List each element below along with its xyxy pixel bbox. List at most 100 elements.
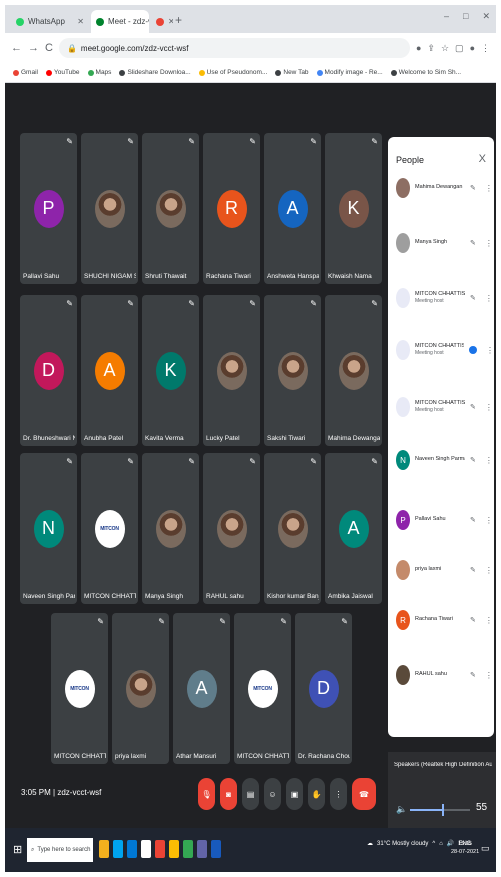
participant-list-item[interactable]: MITCON CHHATTISGARHMeeting host ✎ ⋮ xyxy=(388,278,494,318)
participant-tile[interactable]: ✎ A Anubha Patel xyxy=(81,295,138,446)
volume-knob[interactable] xyxy=(442,804,444,816)
reload-button[interactable]: C xyxy=(45,42,53,54)
profile-icon[interactable]: ● xyxy=(470,43,475,54)
present-button[interactable]: ▣ xyxy=(286,778,303,810)
raise-hand-button[interactable]: ✋ xyxy=(308,778,325,810)
end-call-button[interactable]: ☎ xyxy=(352,778,376,810)
maximize-button[interactable]: □ xyxy=(463,11,468,22)
participant-tile[interactable]: ✎ R Rachana Tiwari xyxy=(203,133,260,284)
weather-text[interactable]: 31°C Mostly cloudy xyxy=(377,841,428,847)
more-options-button[interactable]: ⋮ xyxy=(330,778,347,810)
participant-list-item[interactable]: MITCON CHHATTISGARHMeeting host ⋮ xyxy=(388,330,494,370)
notification-icon[interactable]: ▭ xyxy=(481,843,490,854)
participant-tile[interactable]: ✎ Shruti Thawait xyxy=(142,133,199,284)
taskbar-app-icon[interactable] xyxy=(127,840,137,858)
participant-tile[interactable]: ✎ MITCON MITCON CHHATTISG... xyxy=(234,613,291,764)
participant-tile[interactable]: ✎ A Anshweta Hanspal xyxy=(264,133,321,284)
participant-tile[interactable]: ✎ A Athar Mansuri xyxy=(173,613,230,764)
participant-tile[interactable]: ✎ Sakshi Tiwari xyxy=(264,295,321,446)
participant-list-item[interactable]: Manya Singh ✎ ⋮ xyxy=(388,223,494,263)
close-window-button[interactable]: ✕ xyxy=(482,11,490,22)
close-panel-button[interactable]: X xyxy=(479,153,486,165)
mic-muted-icon: ✎ xyxy=(249,299,256,308)
taskbar-app-icon[interactable] xyxy=(155,840,165,858)
taskbar-app-icon[interactable] xyxy=(141,840,151,858)
more-options-icon[interactable]: ⋮ xyxy=(485,294,493,303)
network-icon[interactable]: ⌂ xyxy=(439,841,443,847)
more-options-icon[interactable]: ⋮ xyxy=(485,184,493,193)
more-options-icon[interactable]: ⋮ xyxy=(485,566,493,575)
taskbar-app-icon[interactable] xyxy=(211,840,221,858)
share-icon[interactable]: ⇪ xyxy=(427,43,435,54)
windows-start-icon[interactable]: ⊞ xyxy=(13,843,22,856)
more-options-icon[interactable]: ⋮ xyxy=(485,516,493,525)
participant-tile[interactable]: ✎ priya laxmi xyxy=(112,613,169,764)
taskbar-clock[interactable]: 15:05 28-07-2021 xyxy=(451,840,479,857)
back-button[interactable]: ← xyxy=(11,42,22,54)
bookmark-item[interactable]: YouTube xyxy=(45,69,80,76)
taskbar-app-icon[interactable] xyxy=(113,840,123,858)
camera-off-button[interactable]: ◙ xyxy=(220,778,237,810)
participant-tile[interactable]: ✎ Lucky Patel xyxy=(203,295,260,446)
participant-tile[interactable]: ✎ K Kavita Verma xyxy=(142,295,199,446)
location-icon[interactable]: ● xyxy=(416,43,421,54)
more-options-icon[interactable]: ⋮ xyxy=(486,346,494,355)
participant-list-item[interactable]: priya laxmi ✎ ⋮ xyxy=(388,550,494,590)
more-options-icon[interactable]: ⋮ xyxy=(485,671,493,680)
participant-tile[interactable]: ✎ MITCON MITCON CHHATTISG... xyxy=(81,453,138,604)
emoji-button[interactable]: ☺ xyxy=(264,778,281,810)
participant-tile[interactable]: ✎ P Pallavi Sahu xyxy=(20,133,77,284)
bookmark-item[interactable]: Modify image - Re... xyxy=(316,69,383,76)
tab-other[interactable]: ✕ xyxy=(151,10,173,33)
more-options-icon[interactable]: ⋮ xyxy=(485,616,493,625)
participant-tile[interactable]: ✎ MITCON MITCON CHHATTISG... xyxy=(51,613,108,764)
participant-tile[interactable]: ✎ K Khwaish Nama xyxy=(325,133,382,284)
bookmark-star-icon[interactable]: ☆ xyxy=(441,43,449,54)
participant-list-item[interactable]: N Naveen Singh Parmar ✎ ⋮ xyxy=(388,440,494,480)
minimize-button[interactable]: – xyxy=(444,11,449,22)
tab-whatsapp[interactable]: WhatsApp ✕ xyxy=(11,10,89,33)
participant-list-item[interactable]: P Pallavi Sahu ✎ ⋮ xyxy=(388,500,494,540)
bookmark-item[interactable]: Slideshare Downloa... xyxy=(119,69,191,76)
participant-tile[interactable]: ✎ SHUCHI NIGAM SRIV... xyxy=(81,133,138,284)
taskbar-app-icon[interactable] xyxy=(197,840,207,858)
bookmark-item[interactable]: Welcome to Sim Sh... xyxy=(390,69,461,76)
captions-button[interactable]: ▤ xyxy=(242,778,259,810)
taskbar-app-icon[interactable] xyxy=(183,840,193,858)
reading-list-icon[interactable]: ▢ xyxy=(455,43,464,54)
forward-button[interactable]: → xyxy=(28,42,39,54)
more-options-icon[interactable]: ⋮ xyxy=(485,456,493,465)
participant-list-item[interactable]: MITCON CHHATTISGARHMeeting host ✎ ⋮ xyxy=(388,387,494,427)
new-tab-button[interactable]: + xyxy=(175,13,182,27)
participant-list-item[interactable]: RAHUL sahu ✎ ⋮ xyxy=(388,655,494,695)
participant-tile[interactable]: ✎ A Ambika Jaiswal xyxy=(325,453,382,604)
speaker-icon[interactable]: 🔈 xyxy=(396,804,407,815)
address-bar[interactable]: 🔒 meet.google.com/zdz-vcct-wsf xyxy=(58,38,410,58)
participant-tile[interactable]: ✎ Manya Singh xyxy=(142,453,199,604)
mic-off-button[interactable]: 🎙 xyxy=(198,778,215,810)
participant-list-item[interactable]: Mahima Dewangan ✎ ⋮ xyxy=(388,168,494,208)
menu-icon[interactable]: ⋮ xyxy=(481,43,490,54)
participant-list-item[interactable]: R Rachana Tiwari ✎ ⋮ xyxy=(388,600,494,640)
close-tab-icon[interactable]: ✕ xyxy=(168,17,173,26)
bookmark-item[interactable]: New Tab xyxy=(275,69,309,76)
participant-tile[interactable]: ✎ D Dr. Bhuneshwari Nayak xyxy=(20,295,77,446)
taskbar-app-icon[interactable] xyxy=(99,840,109,858)
participant-tile[interactable]: ✎ RAHUL sahu xyxy=(203,453,260,604)
meeting-code[interactable]: zdz-vcct-wsf xyxy=(57,788,101,797)
taskbar-search[interactable]: ⌕ Type here to search xyxy=(27,838,93,862)
participant-tile[interactable]: ✎ Kishor kumar Banjare xyxy=(264,453,321,604)
tray-chevron-icon[interactable]: ^ xyxy=(432,841,435,847)
bookmark-item[interactable]: Use of Pseudonom... xyxy=(198,69,267,76)
participant-tile[interactable]: ✎ N Naveen Singh Parmar xyxy=(20,453,77,604)
taskbar-app-icon[interactable] xyxy=(169,840,179,858)
more-options-icon[interactable]: ⋮ xyxy=(485,239,493,248)
bookmark-item[interactable]: Maps xyxy=(87,69,111,76)
tab-meet[interactable]: Meet - zdz-vcct-wsf ✕ xyxy=(91,10,149,33)
bookmark-item[interactable]: Gmail xyxy=(13,69,38,76)
volume-slider[interactable] xyxy=(410,804,470,816)
more-options-icon[interactable]: ⋮ xyxy=(485,403,493,412)
participant-tile[interactable]: ✎ Mahima Dewangan xyxy=(325,295,382,446)
participant-tile[interactable]: ✎ D Dr. Rachana Choudhary xyxy=(295,613,352,764)
close-tab-icon[interactable]: ✕ xyxy=(77,17,84,26)
